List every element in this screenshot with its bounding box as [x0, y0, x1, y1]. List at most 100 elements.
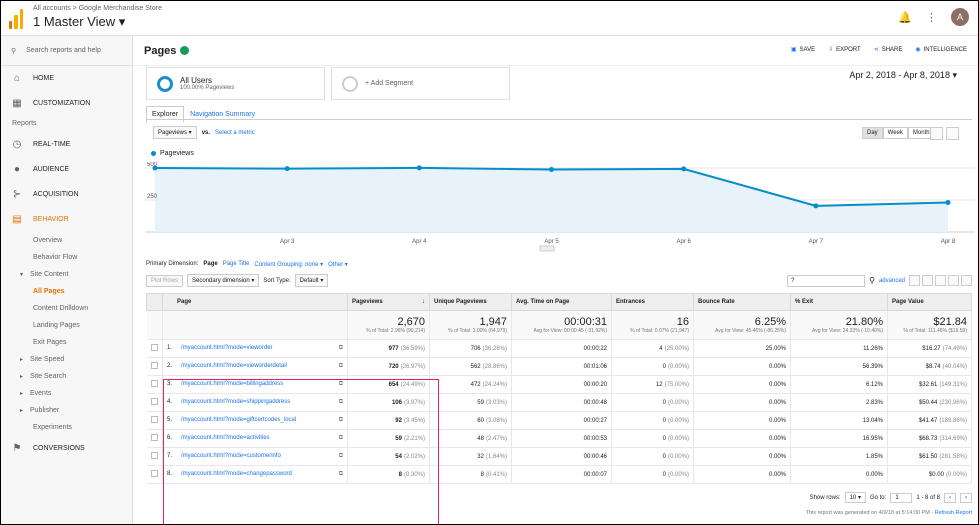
table-row[interactable]: 4. /myaccount.html?mode=shippingaddress ⧉ 1… — [146, 393, 972, 412]
data-point[interactable] — [813, 203, 819, 209]
column-header-exit[interactable]: % Exit — [790, 293, 888, 311]
other-dimension-select[interactable]: Other ▾ — [328, 261, 348, 268]
column-header-bounce-rate[interactable]: Bounce Rate — [693, 293, 791, 311]
avatar[interactable]: A — [951, 8, 969, 26]
data-point[interactable] — [945, 200, 951, 206]
line-chart-icon[interactable] — [930, 127, 943, 140]
table-row[interactable]: 5. /myaccount.html?mode=giftcertcodes_loc… — [146, 411, 972, 430]
plot-rows-button[interactable]: Plot Rows — [146, 274, 184, 287]
table-search-input[interactable]: ? — [787, 274, 866, 287]
open-link-icon[interactable]: ⧉ — [339, 399, 343, 406]
column-header-pageviews[interactable]: Pageviews ↓ — [347, 293, 430, 311]
more-options-icon[interactable]: ⋮ — [926, 11, 937, 24]
tab-explorer[interactable]: Explorer — [146, 106, 185, 123]
dimension-page[interactable]: Page — [203, 261, 217, 268]
sidebar-item-site-speed[interactable]: ▸ Site Speed — [0, 351, 132, 368]
page-link[interactable]: /myaccount.html?mode=customerinfo — [181, 453, 281, 459]
sidebar-item-behavior-flow[interactable]: Behavior Flow — [0, 249, 132, 266]
page-link[interactable]: /myaccount.html?mode=billingaddress — [181, 381, 283, 387]
secondary-dimension-select[interactable]: Secondary dimension ▾ — [187, 274, 260, 287]
table-row[interactable]: 3. /myaccount.html?mode=billingaddress ⧉ 65… — [146, 375, 972, 394]
export-button[interactable]: ⇩ EXPORT — [828, 46, 861, 53]
add-segment-button[interactable]: + Add Segment — [331, 67, 510, 100]
sidebar-item-content-drilldown[interactable]: Content Drilldown — [0, 300, 132, 317]
notifications-bell-icon[interactable]: 🔔 — [898, 11, 912, 24]
view-selector[interactable]: 1 Master View ▾ — [33, 14, 162, 30]
page-link[interactable]: /myaccount.html?mode=giftcertcodes_local — [181, 417, 296, 423]
week-button[interactable]: Week — [882, 127, 908, 139]
data-point[interactable] — [681, 166, 687, 172]
open-link-icon[interactable]: ⧉ — [339, 417, 343, 424]
sidebar-item-site-content[interactable]: ▾ Site Content — [0, 266, 132, 283]
advanced-filter-link[interactable]: advanced — [879, 278, 905, 284]
page-link[interactable]: /myaccount.html?mode=shippingaddress — [181, 399, 290, 405]
metric-select[interactable]: Pageviews ▾ — [153, 126, 197, 139]
row-checkbox[interactable] — [146, 393, 163, 412]
sidebar-item-experiments[interactable]: Experiments — [0, 419, 132, 436]
share-button[interactable]: ⋖ SHARE — [874, 46, 903, 53]
open-link-icon[interactable]: ⧉ — [339, 363, 343, 370]
select-all-checkbox[interactable] — [146, 293, 163, 311]
open-link-icon[interactable]: ⧉ — [339, 345, 343, 352]
select-metric-link[interactable]: Select a metric — [215, 130, 255, 136]
table-row[interactable]: 8./myaccount.html?mode=changepassword ⧉ 8(… — [146, 465, 972, 484]
sidebar-search[interactable]: ⚲ Search reports and help — [0, 36, 132, 66]
data-point[interactable] — [416, 165, 422, 171]
sidebar-item-customization[interactable]: ▦ CUSTOMIZATION — [0, 91, 132, 116]
data-point[interactable] — [549, 167, 554, 173]
content-grouping-select[interactable]: Content Grouping: none ▾ — [254, 261, 323, 268]
search-icon[interactable]: ⚲ — [869, 276, 875, 285]
intelligence-button[interactable]: ◉ INTELLIGENCE — [915, 46, 967, 53]
column-header-avg-time[interactable]: Avg. Time on Page — [511, 293, 612, 311]
column-header-entrances[interactable]: Entrances — [611, 293, 694, 311]
refresh-report-link[interactable]: Refresh Report — [935, 510, 972, 516]
save-button[interactable]: ▣ SAVE — [791, 46, 815, 53]
sidebar-item-acquisition[interactable]: ⊱ ACQUISITION — [0, 182, 132, 207]
account-breadcrumb[interactable]: All accounts > Google Merchandise Store — [33, 5, 162, 12]
motion-chart-icon[interactable] — [946, 127, 959, 140]
table-view-icon[interactable] — [909, 275, 920, 286]
sidebar-item-site-search[interactable]: ▸ Site Search — [0, 368, 132, 385]
row-checkbox[interactable] — [146, 411, 163, 430]
page-link[interactable]: /myaccount.html?mode=activities — [181, 435, 270, 441]
page-link[interactable]: /myaccount.html?mode=changepassword — [181, 471, 292, 477]
sidebar-item-overview[interactable]: Overview — [0, 232, 132, 249]
sidebar-item-behavior[interactable]: ▤ BEHAVIOR — [0, 207, 132, 232]
goto-input[interactable]: 1 — [890, 492, 913, 503]
day-button[interactable]: Day — [862, 127, 883, 139]
row-checkbox[interactable] — [146, 429, 163, 448]
row-checkbox[interactable] — [146, 465, 163, 484]
sidebar-item-events[interactable]: ▸ Events — [0, 385, 132, 402]
row-checkbox[interactable] — [146, 357, 163, 376]
table-row[interactable]: 1./myaccount.html?mode=vieworder ⧉ 977 (36.… — [146, 339, 972, 358]
table-row[interactable]: 7./myaccount.html?mode=customerinfo ⧉ 54 (2… — [146, 447, 972, 466]
search-input[interactable]: Search reports and help — [26, 47, 101, 54]
row-checkbox[interactable] — [146, 339, 163, 358]
comparison-view-icon[interactable] — [948, 275, 959, 286]
sidebar-item-audience[interactable]: ● AUDIENCE — [0, 157, 132, 182]
sidebar-item-publisher[interactable]: ▸ Publisher — [0, 402, 132, 419]
next-page-button[interactable]: › — [960, 492, 972, 503]
tab-navigation-summary[interactable]: Navigation Summary — [184, 106, 261, 123]
column-header-page[interactable]: Page — [162, 293, 348, 311]
sidebar-item-home[interactable]: ⌂ HOME — [0, 66, 132, 91]
prev-page-button[interactable]: ‹ — [944, 492, 956, 503]
percentage-view-icon[interactable] — [922, 275, 933, 286]
row-checkbox[interactable] — [146, 375, 163, 394]
table-row[interactable]: 6. /myaccount.html?mode=activities ⧉ 59 (2.2… — [146, 429, 972, 448]
sidebar-item-all-pages[interactable]: All Pages — [0, 283, 132, 300]
sort-type-select[interactable]: Default ▾ — [294, 274, 329, 287]
open-link-icon[interactable]: ⧉ — [339, 381, 343, 388]
column-header-unique-pageviews[interactable]: Unique Pageviews — [429, 293, 512, 311]
page-link[interactable]: /myaccount.html?mode=vieworderdetail — [181, 363, 287, 369]
date-range-picker[interactable]: Apr 2, 2018 - Apr 8, 2018 ▾ — [849, 70, 957, 81]
open-link-icon[interactable]: ⧉ — [339, 435, 343, 442]
column-header-page-value[interactable]: Page Value — [887, 293, 972, 311]
page-link[interactable]: /myaccount.html?mode=vieworder — [181, 345, 273, 351]
pivot-view-icon[interactable] — [961, 275, 972, 286]
row-checkbox[interactable] — [146, 447, 163, 466]
show-rows-select[interactable]: 10 ▾ — [844, 492, 866, 503]
chart-resize-handle[interactable] — [539, 245, 555, 252]
analytics-logo-icon[interactable] — [9, 7, 23, 29]
sidebar-item-landing-pages[interactable]: Landing Pages — [0, 317, 132, 334]
